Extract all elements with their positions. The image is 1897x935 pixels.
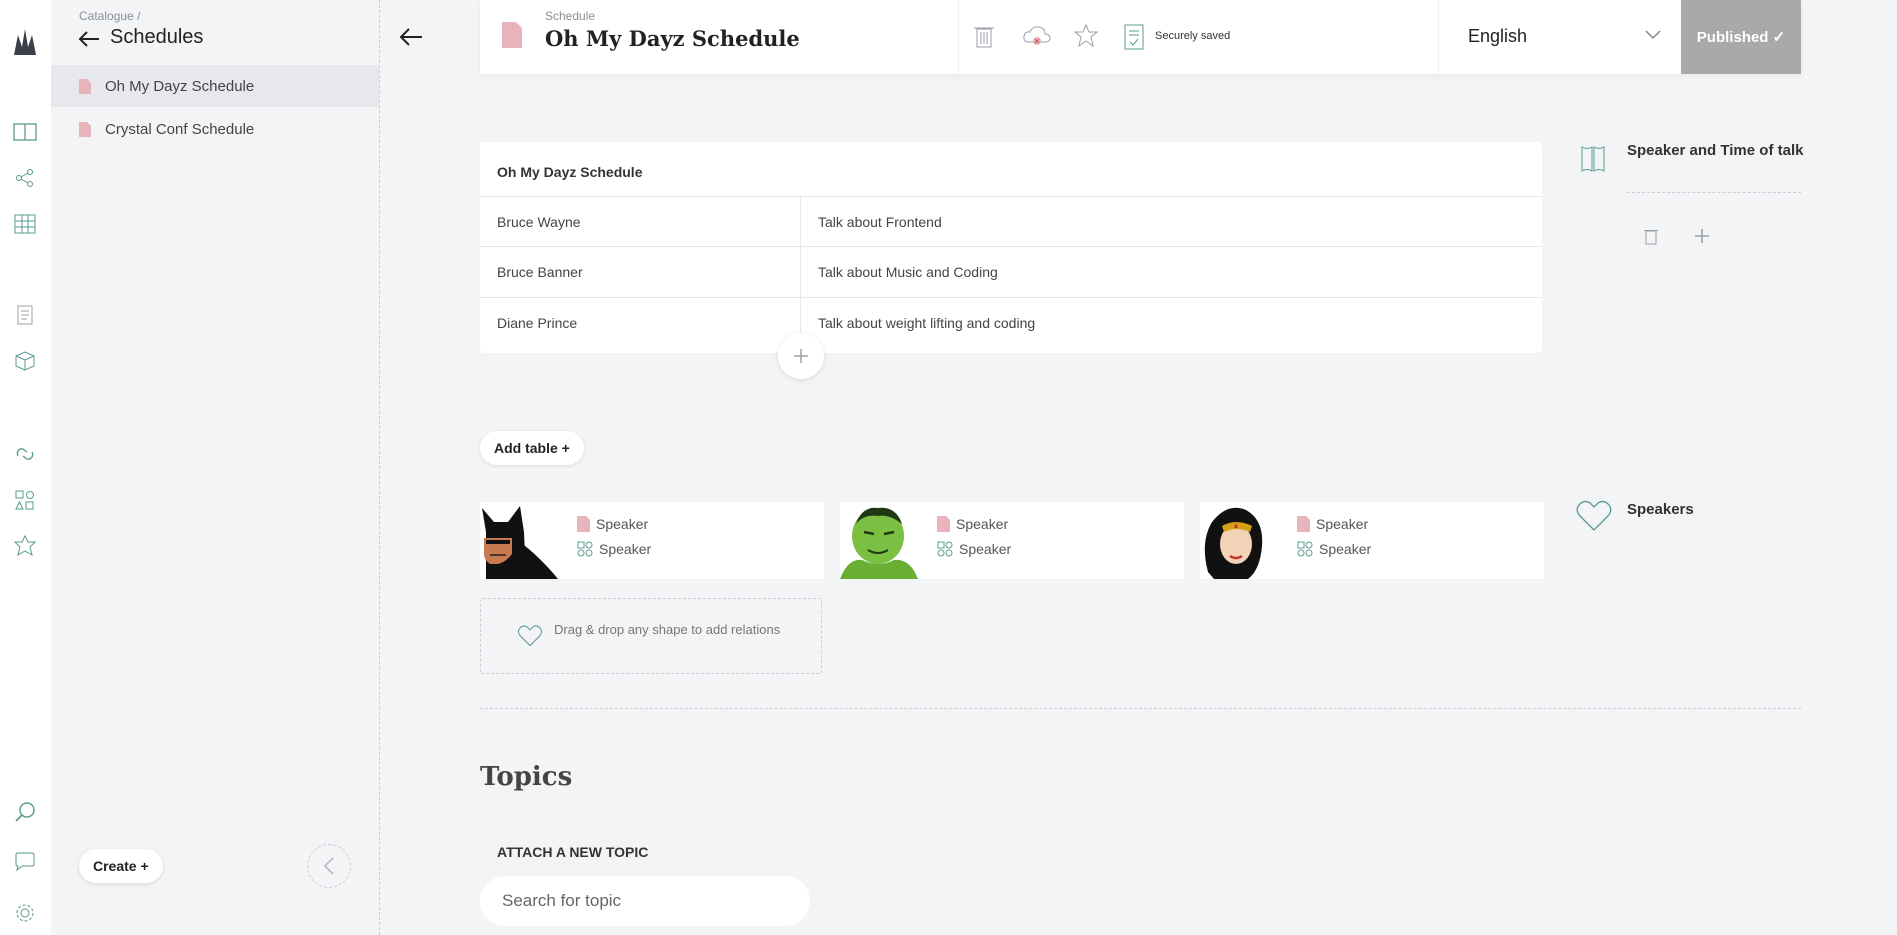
speaker-line: Speaker [577,516,648,532]
speaker-type-label: Speaker [596,516,649,532]
delete-icon[interactable] [973,24,999,50]
back-arrow-icon[interactable] [398,24,424,50]
batman-avatar [480,502,560,579]
plus-icon [794,349,808,363]
save-status: Securely saved [1155,30,1231,42]
wonder-woman-avatar [1200,502,1280,579]
logo-icon[interactable] [12,29,38,56]
document-type-label: Schedule [545,9,596,23]
back-arrow-icon[interactable] [77,27,101,51]
topics-heading: Topics [480,762,573,792]
speaker-line: Speaker [1297,516,1368,532]
sidebar-item-label: Crystal Conf Schedule [105,120,255,138]
speaker-shape-label: Speaker [1319,541,1372,557]
table-cell-speaker[interactable]: Bruce Banner [497,247,787,297]
chevron-down-icon [1645,30,1661,40]
settings-star-icon[interactable] [1074,24,1100,50]
divider [1438,0,1439,74]
divider [958,0,959,74]
collapse-panel-button[interactable] [307,844,351,888]
speaker-line: Speaker [937,516,1008,532]
schedule-table: Oh My Dayz Schedule Bruce Wayne Talk abo… [480,142,1542,353]
shapes-icon [577,541,593,557]
sidebar-item-label: Oh My Dayz Schedule [105,77,255,95]
table-cell-talk[interactable]: Talk about weight lifting and coding [818,298,1518,348]
table-cell-speaker[interactable]: Diane Prince [497,298,787,348]
speaker-type-label: Speaker [1316,516,1369,532]
publish-button[interactable]: Published ✓ [1681,0,1801,74]
topic-search-input[interactable] [480,876,810,926]
speakers-label: Speakers [1627,501,1694,518]
table-cell-talk[interactable]: Talk about Frontend [818,197,1518,247]
speaker-shape-label: Speaker [599,541,652,557]
document-icon [79,78,91,94]
chevron-left-icon [323,857,334,875]
speaker-card-batman[interactable]: Speaker Speaker [480,502,824,579]
speaker-card-wonder-woman[interactable]: Speaker Speaker [1200,502,1544,579]
language-value: English [1468,26,1528,46]
add-table-button[interactable]: Add table + [480,431,584,465]
sidebar-item-oh-my-dayz-schedule[interactable]: Oh My Dayz Schedule [51,65,379,107]
speaker-card-hulk[interactable]: Speaker Speaker [840,502,1184,579]
speaker-line: Speaker [937,541,1011,557]
table-cell-speaker[interactable]: Bruce Wayne [497,197,787,247]
share-icon[interactable] [12,165,38,191]
speaker-shape-label: Speaker [959,541,1012,557]
table-shape-icon[interactable] [1580,145,1606,173]
cube-icon[interactable] [12,348,38,374]
divider [1627,192,1801,193]
search-icon[interactable] [12,799,38,825]
saved-document-icon [1124,24,1150,50]
delete-icon[interactable] [1644,228,1658,245]
language-select[interactable]: English [1468,0,1678,74]
document-title[interactable]: Oh My Dayz Schedule [545,26,800,51]
speaker-line: Speaker [1297,541,1371,557]
breadcrumb-separator: / [137,9,141,23]
heart-icon [517,625,543,647]
column-divider [800,196,801,353]
drop-zone-text: Drag & drop any shape to add relations [554,622,781,637]
shapes-icon[interactable] [12,487,38,513]
document-icon[interactable] [12,302,38,328]
book-icon[interactable] [12,119,38,145]
add-row-button[interactable] [778,333,824,379]
sidebar-item-crystal-conf-schedule[interactable]: Crystal Conf Schedule [51,108,379,150]
attach-topic-label: ATTACH A NEW TOPIC [497,844,649,860]
link-icon[interactable] [12,441,38,467]
heart-icon[interactable] [1576,500,1612,532]
document-toolbar: Schedule Oh My Dayz Schedule Securely sa… [480,0,1801,74]
table-row: Diane Prince Talk about weight lifting a… [480,297,1542,348]
settings-star-icon[interactable] [12,533,38,559]
table-cell-talk[interactable]: Talk about Music and Coding [818,247,1518,297]
section-divider [480,708,1801,709]
cloud-unpublish-icon[interactable] [1022,24,1052,50]
hulk-avatar [840,502,920,579]
document-icon [937,516,950,532]
document-type-icon [502,22,522,48]
speaker-line: Speaker [577,541,651,557]
create-button[interactable]: Create + [79,849,163,883]
schedules-panel: Catalogue / Schedules Oh My Dayz Schedul… [51,0,380,935]
speaker-type-label: Speaker [956,516,1009,532]
plus-icon[interactable] [1694,228,1710,244]
shapes-icon [937,541,953,557]
breadcrumb[interactable]: Catalogue / [79,9,140,23]
table-shape-label: Speaker and Time of talk [1627,142,1804,159]
table-title[interactable]: Oh My Dayz Schedule [497,164,642,180]
relation-drop-zone[interactable]: Drag & drop any shape to add relations [480,598,822,674]
grid-icon[interactable] [12,211,38,237]
chat-icon[interactable] [12,849,38,875]
panel-title: Schedules [110,26,204,48]
table-row: Bruce Wayne Talk about Frontend [480,196,1542,247]
icon-rail [0,0,51,935]
breadcrumb-label[interactable]: Catalogue [79,9,134,23]
gear-icon[interactable] [12,900,38,926]
document-icon [79,121,91,137]
table-row: Bruce Banner Talk about Music and Coding [480,246,1542,297]
document-icon [577,516,590,532]
document-icon [1297,516,1310,532]
shapes-icon [1297,541,1313,557]
